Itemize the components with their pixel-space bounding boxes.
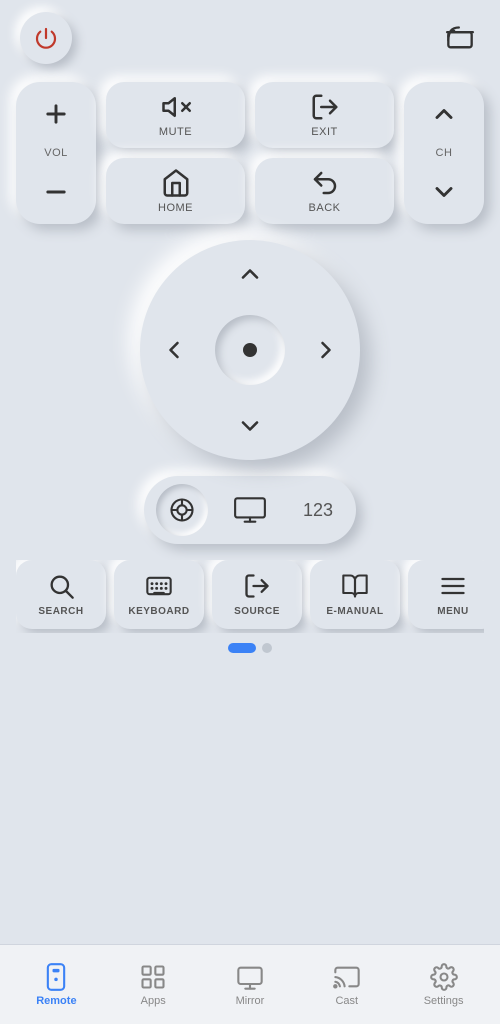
vol-block: VOL (16, 82, 96, 224)
dpad-left-button[interactable] (154, 330, 194, 370)
touchpad-button[interactable] (156, 484, 208, 536)
menu-function-label: MENU (437, 606, 468, 617)
dpad-right-button[interactable] (306, 330, 346, 370)
back-button[interactable]: BACK (255, 158, 394, 224)
middle-controls-grid: MUTE EXIT HOME (106, 82, 394, 224)
controls-section: VOL MUTE (16, 82, 484, 224)
nav-cast[interactable]: Cast (298, 955, 395, 1015)
emanual-function-label: E-MANUAL (326, 606, 383, 617)
dpad-up-button[interactable] (230, 254, 270, 294)
dpad-section (16, 240, 484, 460)
exit-button[interactable]: EXIT (255, 82, 394, 148)
power-button[interactable] (20, 12, 72, 64)
ch-block: CH (404, 82, 484, 224)
home-button[interactable]: HOME (106, 158, 245, 224)
keyboard-function-label: KEYBOARD (128, 606, 189, 617)
nav-cast-label: Cast (335, 995, 358, 1007)
pill-bar: 123 (144, 476, 356, 544)
back-label: BACK (309, 202, 341, 214)
search-function-button[interactable]: SEARCH (16, 560, 106, 629)
pill-bar-section: 123 (16, 476, 484, 544)
dpad-ok-button[interactable] (215, 315, 285, 385)
nav-settings-label: Settings (424, 995, 464, 1007)
nav-mirror[interactable]: Mirror (202, 955, 299, 1015)
dpad-outer (140, 240, 360, 460)
vol-label: VOL (44, 147, 68, 159)
emanual-function-button[interactable]: E-MANUAL (310, 560, 400, 629)
nav-mirror-label: Mirror (236, 995, 265, 1007)
page-dot-active (228, 643, 256, 653)
function-buttons-row: SEARCH KEYBOARD SOURCE (16, 560, 484, 633)
ch-up-button[interactable] (424, 94, 464, 134)
bottom-nav: Remote Apps Mirror Cast S (0, 944, 500, 1024)
cast-button[interactable] (440, 18, 480, 58)
page-dot (262, 643, 272, 653)
search-function-label: SEARCH (38, 606, 83, 617)
source-function-label: SOURCE (234, 606, 280, 617)
numeric-button[interactable]: 123 (292, 484, 344, 536)
nav-remote-label: Remote (36, 995, 76, 1007)
ch-label: CH (436, 147, 453, 159)
home-label: HOME (158, 202, 193, 214)
keyboard-function-button[interactable]: KEYBOARD (114, 560, 204, 629)
dpad-down-button[interactable] (230, 406, 270, 446)
menu-function-button[interactable]: MENU (408, 560, 484, 629)
mute-label: MUTE (159, 126, 192, 138)
mute-button[interactable]: MUTE (106, 82, 245, 148)
page-indicator (16, 643, 484, 653)
source-function-button[interactable]: SOURCE (212, 560, 302, 629)
ch-down-button[interactable] (424, 172, 464, 212)
nav-apps-label: Apps (141, 995, 166, 1007)
nav-apps[interactable]: Apps (105, 955, 202, 1015)
vol-up-button[interactable] (36, 94, 76, 134)
vol-down-button[interactable] (36, 172, 76, 212)
screen-button[interactable] (224, 484, 276, 536)
top-bar (16, 12, 484, 64)
nav-remote[interactable]: Remote (8, 955, 105, 1015)
exit-label: EXIT (311, 126, 337, 138)
dpad-center-dot (243, 343, 257, 357)
nav-settings[interactable]: Settings (395, 955, 492, 1015)
